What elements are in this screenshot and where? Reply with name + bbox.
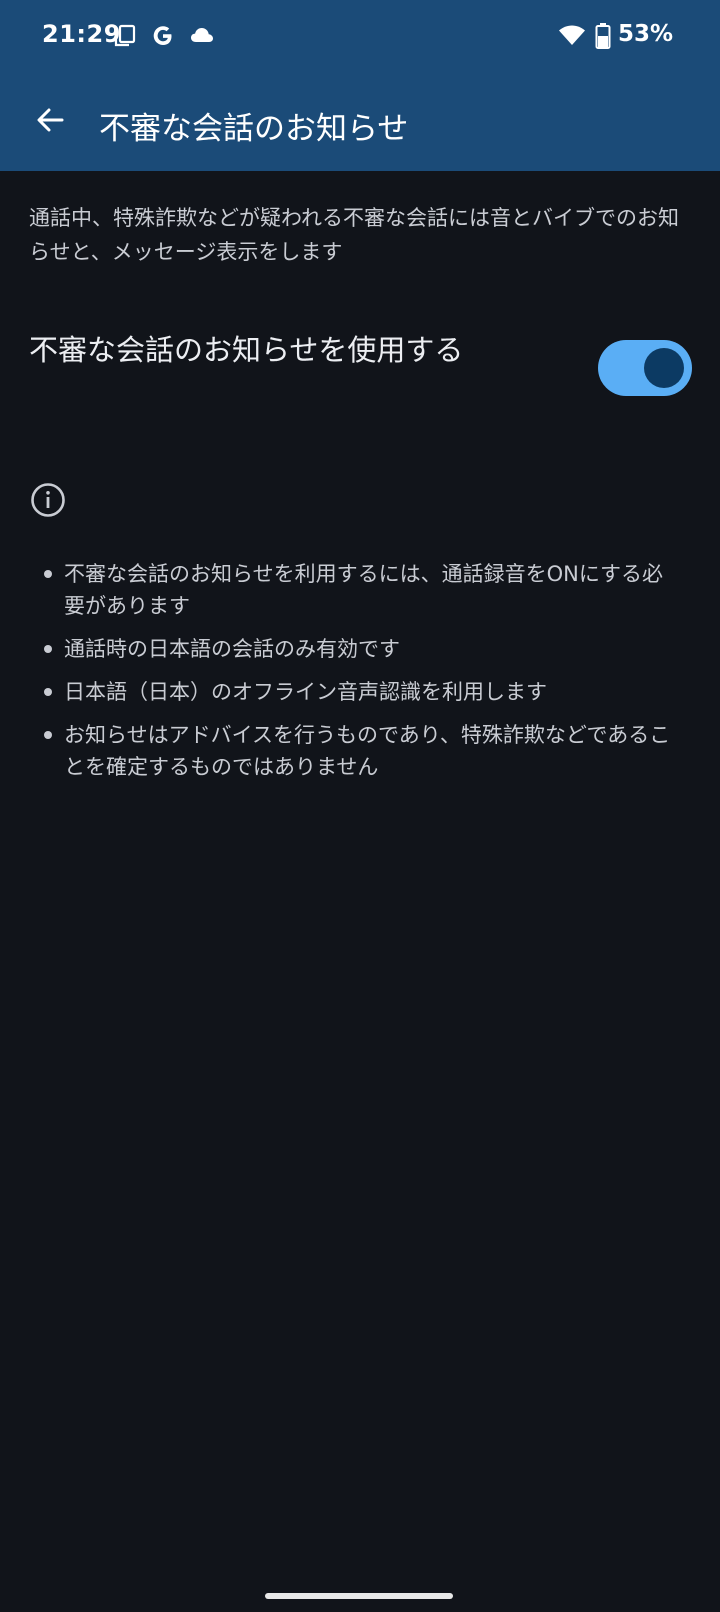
bullet-text: 不審な会話のお知らせを利用するには、通話録音をONにする必要があります bbox=[64, 562, 664, 618]
cloud-icon bbox=[191, 28, 213, 42]
bullet-dot bbox=[44, 570, 52, 578]
feature-description: 通話中、特殊詐欺などが疑われる不審な会話には音とバイブでのお知らせと、メッセージ… bbox=[29, 206, 679, 264]
arrow-back-icon bbox=[37, 108, 64, 132]
back-button[interactable] bbox=[22, 92, 78, 148]
battery-icon bbox=[595, 23, 611, 49]
info-bullet: 日本語（日本）のオフライン音声認識を利用します bbox=[44, 676, 684, 708]
info-bullet: お知らせはアドバイスを行うものであり、特殊詐欺などであることを確定するものではあ… bbox=[44, 719, 684, 783]
info-bullet-list: 不審な会話のお知らせを利用するには、通話録音をONにする必要があります 通話時の… bbox=[44, 558, 684, 794]
bullet-dot bbox=[44, 731, 52, 739]
info-bullet: 通話時の日本語の会話のみ有効です bbox=[44, 633, 684, 665]
bullet-dot bbox=[44, 688, 52, 696]
feature-toggle-switch[interactable] bbox=[598, 340, 692, 396]
google-g-icon bbox=[153, 26, 172, 45]
battery-percent: 53% bbox=[618, 21, 674, 47]
use-suspicious-call-alert-setting[interactable]: 不審な会話のお知らせを使用する bbox=[0, 318, 720, 418]
bullet-text: 通話時の日本語の会話のみ有効です bbox=[64, 637, 400, 661]
status-bar: 21:29 53% bbox=[0, 0, 720, 72]
home-gesture-bar[interactable] bbox=[265, 1593, 453, 1599]
info-icon bbox=[31, 483, 65, 517]
setting-label: 不審な会話のお知らせを使用する bbox=[29, 333, 464, 367]
info-bullet: 不審な会話のお知らせを利用するには、通話録音をONにする必要があります bbox=[44, 558, 684, 622]
screenshot-icon bbox=[114, 24, 136, 47]
wifi-icon bbox=[559, 25, 585, 45]
app-bar: 不審な会話のお知らせ bbox=[0, 80, 720, 166]
bullet-text: お知らせはアドバイスを行うものであり、特殊詐欺などであることを確定するものではあ… bbox=[64, 723, 671, 779]
bullet-dot bbox=[44, 645, 52, 653]
toggle-knob bbox=[644, 348, 684, 388]
status-time: 21:29 bbox=[42, 20, 121, 48]
bullet-text: 日本語（日本）のオフライン音声認識を利用します bbox=[64, 680, 547, 704]
app-header: 21:29 53% 不審な会話のお知らせ bbox=[0, 0, 720, 171]
page-title: 不審な会話のお知らせ bbox=[99, 111, 409, 147]
